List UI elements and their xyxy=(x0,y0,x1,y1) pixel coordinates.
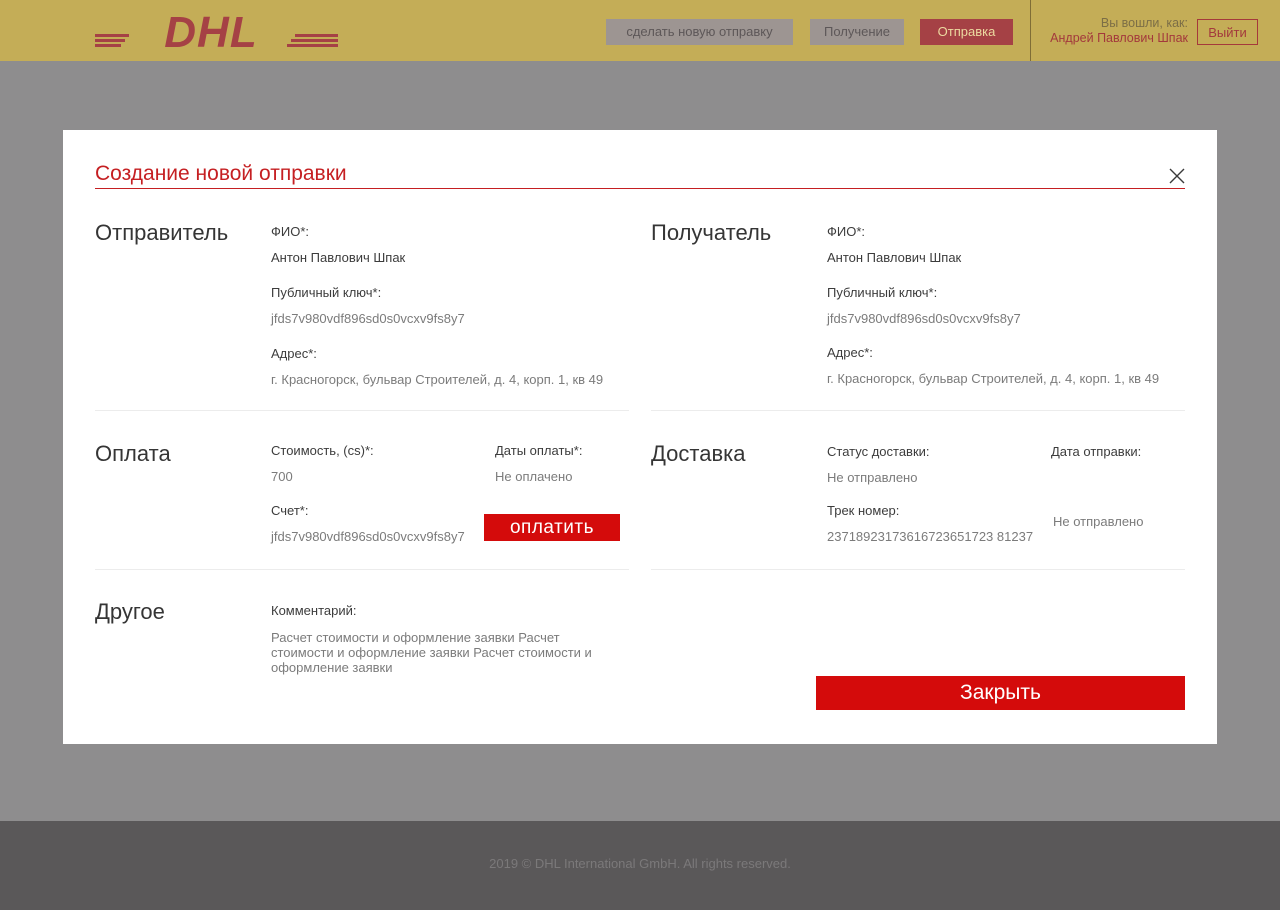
comment-text: Расчет стоимости и оформление заявки Рас… xyxy=(271,630,592,675)
section-divider xyxy=(651,569,1185,570)
track-number-value: 23718923173616723651723 81237 xyxy=(827,529,1034,544)
section-divider xyxy=(95,410,629,411)
close-icon[interactable] xyxy=(1168,167,1186,185)
recipient-heading: Получатель xyxy=(651,220,772,245)
section-divider xyxy=(95,569,629,570)
ship-date-label: Дата отправки: xyxy=(1051,444,1142,459)
top-header: DHL сделать новую отправку Получение Отп… xyxy=(0,0,1280,61)
recipient-key: jfds7v980vdf896sd0s0vcxv9fs8y7 xyxy=(827,311,1021,326)
pay-button[interactable]: оплатить xyxy=(484,514,620,541)
dhl-logo[interactable]: DHL xyxy=(95,12,338,50)
recipient-name: Антон Павлович Шпак xyxy=(827,250,962,265)
recipient-address: г. Красногорск, бульвар Строителей, д. 4… xyxy=(827,371,1160,386)
comment-label: Комментарий: xyxy=(271,603,357,618)
modal-title: Создание новой отправки xyxy=(95,162,347,185)
receiving-tab[interactable]: Получение xyxy=(810,19,904,45)
sending-tab[interactable]: Отправка xyxy=(920,19,1013,45)
sender-address: г. Красногорск, бульвар Строителей, д. 4… xyxy=(271,372,604,387)
user-name[interactable]: Андрей Павлович Шпак xyxy=(1050,31,1188,45)
sender-name-label: ФИО*: xyxy=(271,224,310,239)
payment-heading: Оплата xyxy=(95,441,171,466)
title-divider xyxy=(95,188,1185,189)
account-value: jfds7v980vdf896sd0s0vcxv9fs8y7 xyxy=(271,529,465,544)
dhl-logo-text: DHL xyxy=(164,12,257,50)
section-divider xyxy=(651,410,1185,411)
delivery-status-value: Не отправлено xyxy=(827,470,918,485)
track-number-label: Трек номер: xyxy=(827,503,900,518)
delivery-heading: Доставка xyxy=(651,441,746,466)
delivery-status-label: Статус доставки: xyxy=(827,444,930,459)
recipient-name-label: ФИО*: xyxy=(827,224,866,239)
sender-address-label: Адрес*: xyxy=(271,346,317,361)
sender-key-label: Публичный ключ*: xyxy=(271,285,382,300)
sender-name: Антон Павлович Шпак xyxy=(271,250,406,265)
copyright-text: 2019 © DHL International GmbH. All right… xyxy=(489,856,791,871)
other-heading: Другое xyxy=(95,599,165,624)
recipient-address-label: Адрес*: xyxy=(827,345,873,360)
account-label: Счет*: xyxy=(271,503,309,518)
new-shipment-modal: Создание новой отправки Отправитель ФИО*… xyxy=(63,130,1217,744)
cost-value: 700 xyxy=(271,469,293,484)
close-button[interactable]: Закрыть xyxy=(816,676,1185,710)
login-label: Вы вошли, как: xyxy=(1100,16,1188,30)
footer: 2019 © DHL International GmbH. All right… xyxy=(0,821,1280,910)
payment-dates-value: Не оплачено xyxy=(495,469,573,484)
cost-label: Стоимость, (cs)*: xyxy=(271,443,374,458)
new-shipment-button[interactable]: сделать новую отправку xyxy=(606,19,793,45)
sender-heading: Отправитель xyxy=(95,220,229,245)
payment-dates-label: Даты оплаты*: xyxy=(495,443,583,458)
logout-button[interactable]: Выйти xyxy=(1197,19,1258,45)
header-divider xyxy=(1030,0,1031,61)
ship-date-value: Не отправлено xyxy=(1053,514,1144,529)
sender-key: jfds7v980vdf896sd0s0vcxv9fs8y7 xyxy=(271,311,465,326)
recipient-key-label: Публичный ключ*: xyxy=(827,285,938,300)
